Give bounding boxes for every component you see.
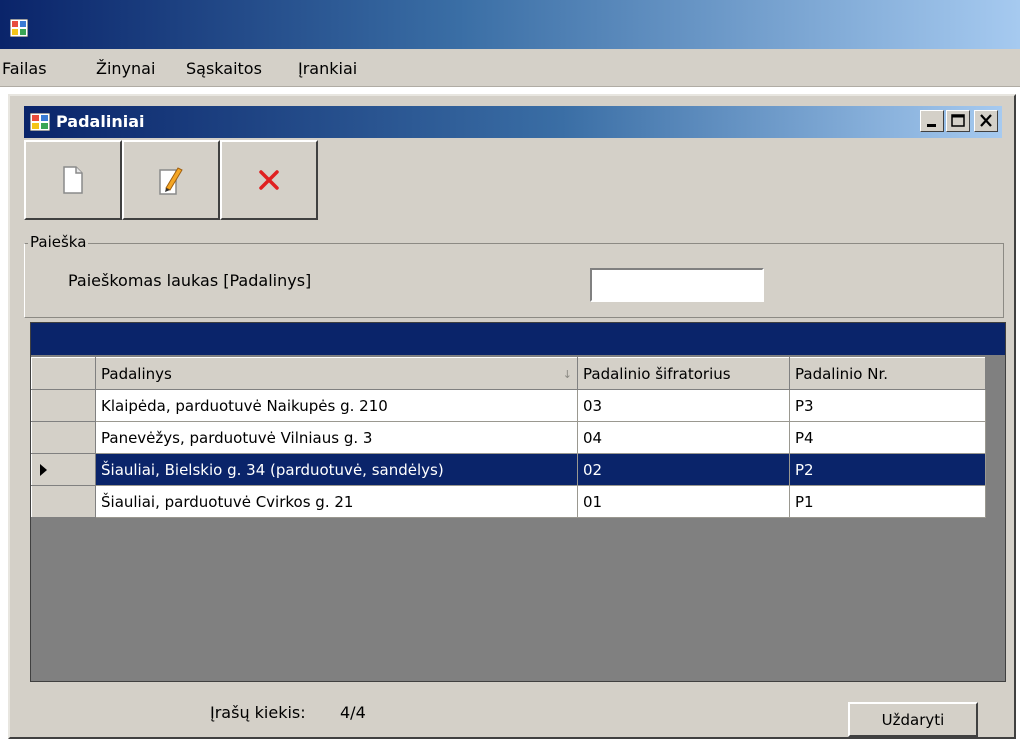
app-titlebar <box>0 0 1020 49</box>
row-header[interactable] <box>31 389 96 422</box>
column-header-label: Padalinys <box>101 364 172 383</box>
column-header-sifratorius[interactable]: Padalinio šifratorius <box>577 357 790 390</box>
edit-button[interactable] <box>122 140 220 220</box>
cell-nr[interactable]: P3 <box>789 389 986 422</box>
menu-zinynai[interactable]: Žinynai <box>96 59 155 78</box>
window-title: Padaliniai <box>56 112 145 131</box>
grid-table: Padalinys ↓ Padalinio šifratorius Padali… <box>31 357 986 518</box>
search-legend: Paieška <box>28 233 89 251</box>
menu-saskaitos[interactable]: Sąskaitos <box>186 59 262 78</box>
cell-sifratorius[interactable]: 03 <box>577 389 790 422</box>
current-row-arrow-icon <box>40 464 47 476</box>
close-window-button[interactable] <box>974 110 998 132</box>
maximize-icon <box>951 114 965 127</box>
cell-padalinys[interactable]: Šiauliai, parduotuvė Cvirkos g. 21 <box>95 485 578 518</box>
app-icon <box>10 19 28 37</box>
cell-sifratorius[interactable]: 01 <box>577 485 790 518</box>
close-button[interactable]: Uždaryti <box>848 702 978 737</box>
cell-padalinys[interactable]: Panevėžys, parduotuvė Vilniaus g. 3 <box>95 421 578 454</box>
table-row[interactable]: Klaipėda, parduotuvė Naikupės g. 210 03 … <box>31 389 986 422</box>
menu-irankiai[interactable]: Įrankiai <box>298 59 357 78</box>
row-header-corner <box>31 357 96 390</box>
menubar: Failas Žinynai Sąskaitos Įrankiai <box>0 49 1020 87</box>
row-header[interactable] <box>31 453 96 486</box>
search-field-label: Paieškomas laukas [Padalinys] <box>68 271 312 290</box>
cell-nr[interactable]: P4 <box>789 421 986 454</box>
menu-failas[interactable]: Failas <box>2 59 47 78</box>
table-row[interactable]: Panevėžys, parduotuvė Vilniaus g. 3 04 P… <box>31 421 986 454</box>
new-document-icon <box>63 166 83 194</box>
delete-button[interactable] <box>220 140 318 220</box>
table-row-selected[interactable]: Šiauliai, Bielskio g. 34 (parduotuvė, sa… <box>31 453 986 486</box>
cell-padalinys[interactable]: Klaipėda, parduotuvė Naikupės g. 210 <box>95 389 578 422</box>
close-icon <box>980 114 992 127</box>
grid-header-row: Padalinys ↓ Padalinio šifratorius Padali… <box>31 357 986 390</box>
window-titlebar[interactable]: Padaliniai <box>24 106 1002 138</box>
cell-sifratorius[interactable]: 02 <box>577 453 790 486</box>
record-count-label: Įrašų kiekis: <box>210 703 306 722</box>
new-button[interactable] <box>24 140 122 220</box>
record-count-value: 4/4 <box>340 703 366 722</box>
edit-pencil-icon <box>159 167 183 195</box>
data-grid[interactable]: Padalinys ↓ Padalinio šifratorius Padali… <box>30 322 1006 682</box>
cell-nr[interactable]: P2 <box>789 453 986 486</box>
sort-icon: ↓ <box>562 367 572 381</box>
minimize-button[interactable] <box>920 110 944 132</box>
search-input[interactable] <box>590 268 764 302</box>
cell-nr[interactable]: P1 <box>789 485 986 518</box>
row-header[interactable] <box>31 421 96 454</box>
grid-caption-bar <box>31 323 1005 355</box>
padaliniai-window: Padaliniai Paieška Paieškomas laukas [Pa… <box>8 94 1016 739</box>
table-row[interactable]: Šiauliai, parduotuvė Cvirkos g. 21 01 P1 <box>31 485 986 518</box>
mdi-area: Padaliniai Paieška Paieškomas laukas [Pa… <box>0 87 1020 743</box>
column-header-padalinys[interactable]: Padalinys ↓ <box>95 357 578 390</box>
delete-x-icon <box>259 170 279 190</box>
minimize-icon <box>927 124 936 127</box>
cell-padalinys[interactable]: Šiauliai, Bielskio g. 34 (parduotuvė, sa… <box>95 453 578 486</box>
maximize-button[interactable] <box>946 110 970 132</box>
column-header-nr[interactable]: Padalinio Nr. <box>789 357 986 390</box>
window-icon <box>30 113 50 131</box>
cell-sifratorius[interactable]: 04 <box>577 421 790 454</box>
row-header[interactable] <box>31 485 96 518</box>
